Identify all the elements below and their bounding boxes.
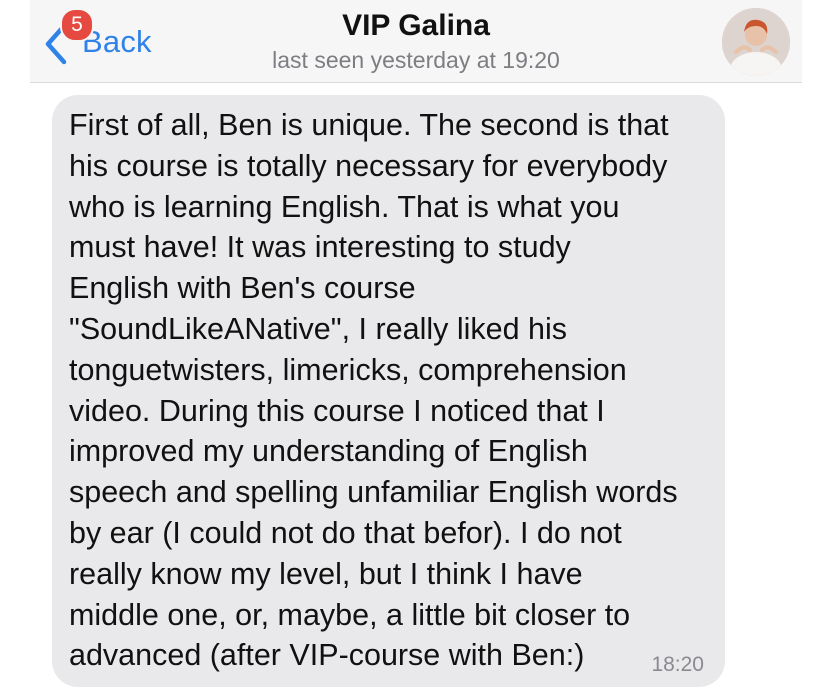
chat-screen: Back 5 VIP Galina last seen yesterday at… xyxy=(0,0,834,694)
last-seen-status: last seen yesterday at 19:20 xyxy=(272,47,560,73)
chat-title[interactable]: VIP Galina xyxy=(30,9,802,43)
message-text: First of all, Ben is unique. The second … xyxy=(69,108,678,673)
message-bubble[interactable]: First of all, Ben is unique. The second … xyxy=(52,95,725,687)
chat-header: Back 5 VIP Galina last seen yesterday at… xyxy=(30,0,802,83)
contact-avatar-icon xyxy=(722,8,790,76)
message-time: 18:20 xyxy=(651,653,704,676)
contact-avatar[interactable] xyxy=(722,8,790,76)
